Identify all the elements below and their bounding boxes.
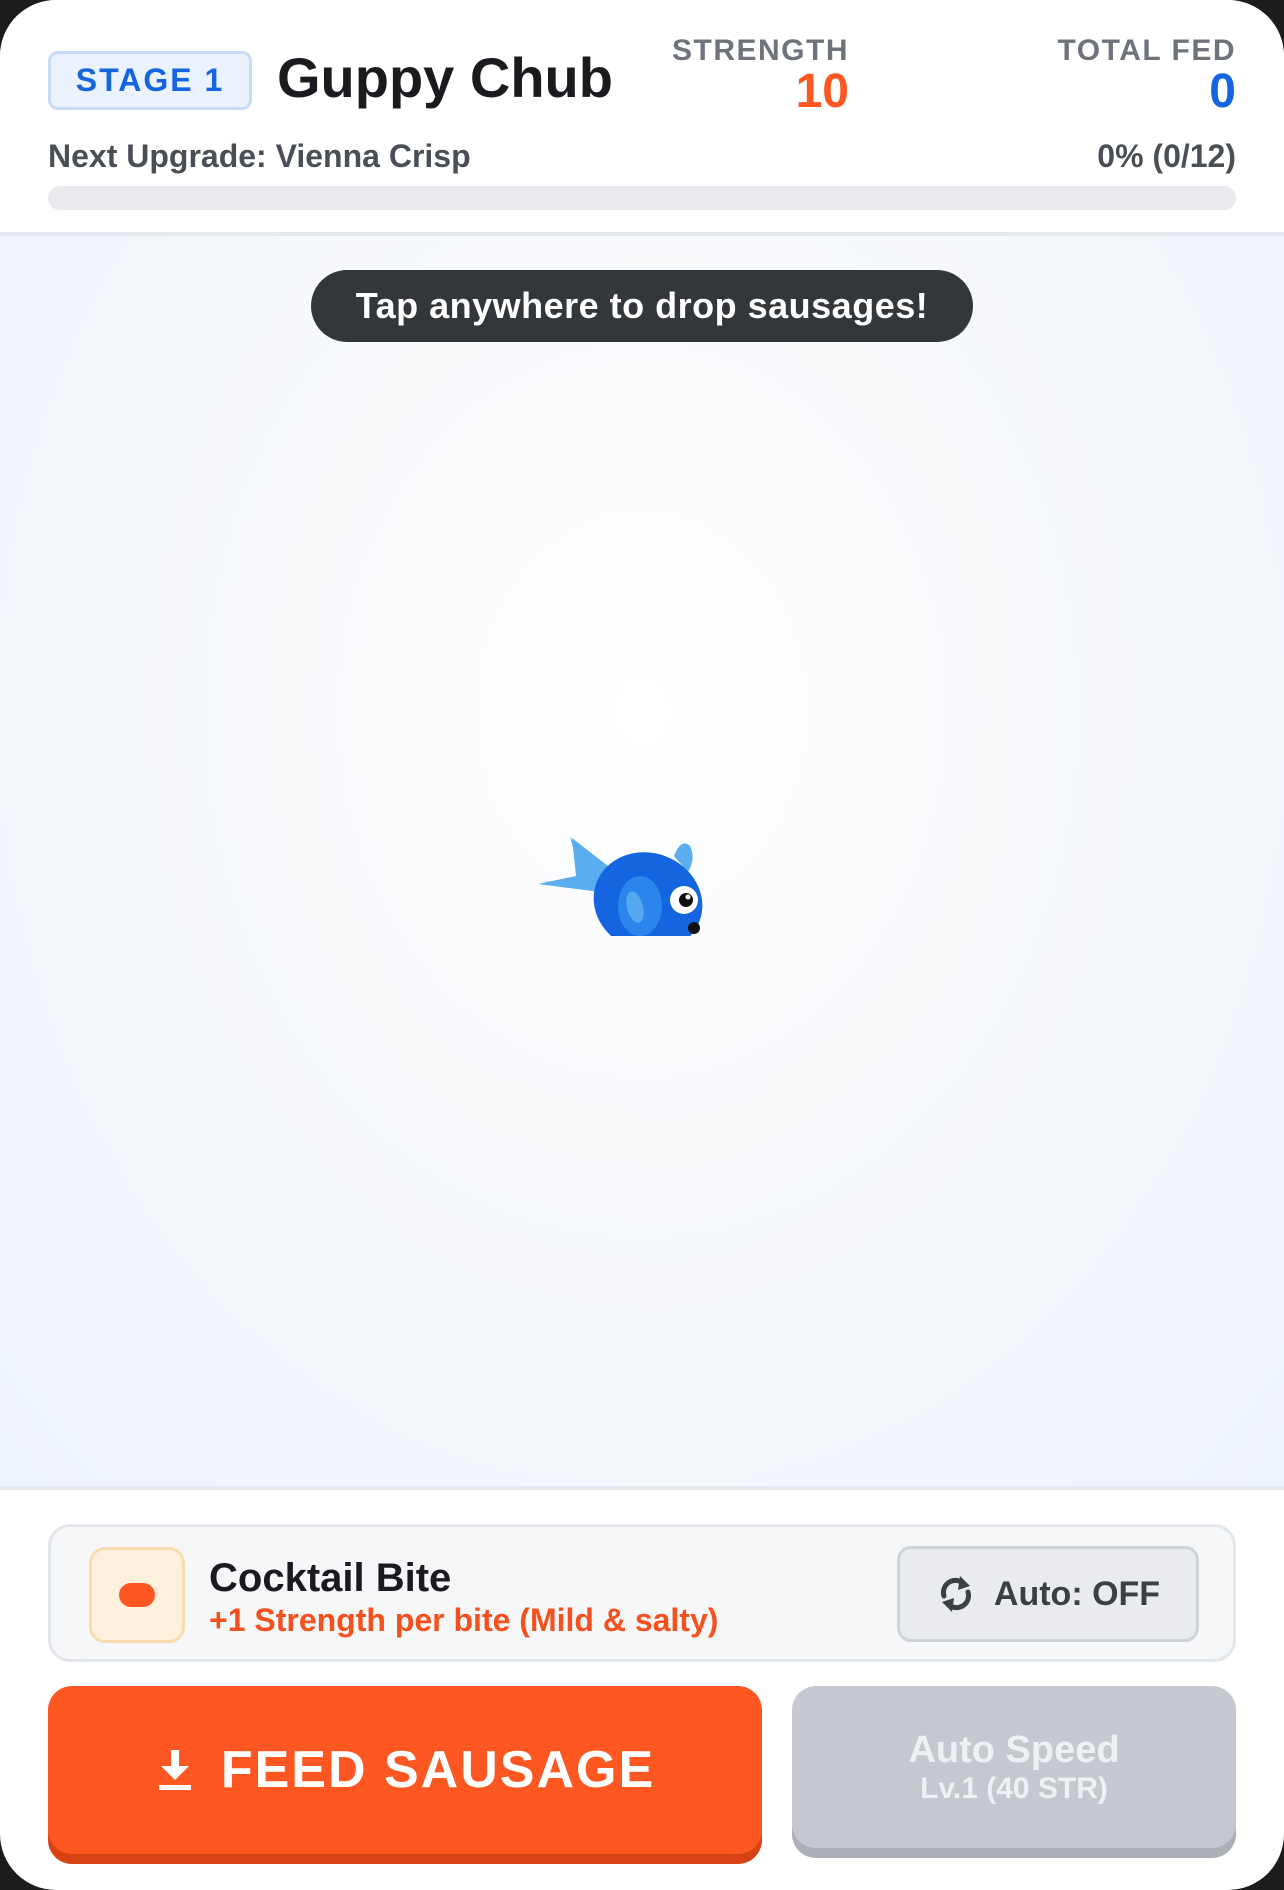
strength-label: STRENGTH <box>672 34 849 67</box>
game-screen: STAGE 1 Guppy Chub STRENGTH 10 TOTAL FED… <box>0 0 1284 1890</box>
refresh-icon <box>940 1576 971 1612</box>
sausage-icon <box>119 1583 155 1607</box>
current-food-card: Cocktail Bite +1 Strength per bite (Mild… <box>48 1524 1236 1662</box>
auto-speed-title: Auto Speed <box>908 1729 1120 1771</box>
feed-sausage-button[interactable]: FEED SAUSAGE <box>48 1686 762 1854</box>
auto-speed-cost: Lv.1 (40 STR) <box>920 1772 1108 1805</box>
strength-value: 10 <box>795 65 849 118</box>
creature-name: Guppy Chub <box>277 46 613 109</box>
food-icon-box <box>89 1547 185 1643</box>
food-description: +1 Strength per bite (Mild & salty) <box>209 1602 719 1638</box>
feeding-area[interactable]: Tap anywhere to drop sausages! <box>0 236 1284 1490</box>
feed-sausage-label: FEED SAUSAGE <box>220 1741 656 1799</box>
download-icon <box>158 1750 191 1790</box>
food-name: Cocktail Bite <box>209 1556 452 1600</box>
stage-badge: STAGE 1 <box>48 51 252 110</box>
tap-hint: Tap anywhere to drop sausages! <box>311 270 973 342</box>
upgrade-progress-bar <box>48 186 1236 210</box>
header: STAGE 1 Guppy Chub STRENGTH 10 TOTAL FED… <box>0 0 1284 236</box>
next-upgrade-label: Next Upgrade: Vienna Crisp <box>48 138 471 174</box>
auto-toggle-label: Auto: OFF <box>993 1574 1161 1613</box>
auto-speed-button[interactable]: Auto Speed Lv.1 (40 STR) <box>792 1686 1236 1848</box>
total-fed-label: TOTAL FED <box>1057 34 1236 67</box>
total-fed-value: 0 <box>1209 65 1236 118</box>
auto-toggle-button[interactable]: Auto: OFF <box>897 1546 1199 1642</box>
fish-icon <box>538 836 703 936</box>
upgrade-progress-text: 0% (0/12) <box>1097 138 1236 174</box>
